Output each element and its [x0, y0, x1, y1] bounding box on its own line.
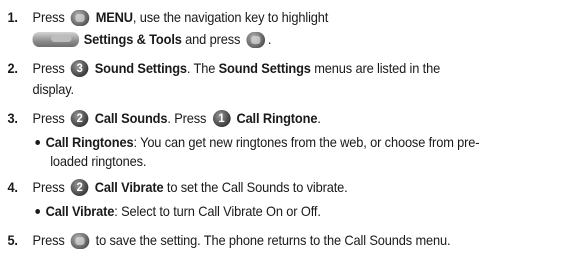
step-line: Press 3 Sound Settings. The Sound Settin… — [32, 58, 441, 79]
text: , use the navigation key to highlight — [132, 10, 329, 25]
text: Press — [32, 61, 69, 76]
text: to save the setting. The phone returns t… — [92, 233, 451, 248]
text: Press — [32, 10, 69, 25]
text: . — [317, 111, 321, 126]
sound-settings-label: Sound Settings — [218, 61, 311, 76]
step-number: 1. — [7, 10, 18, 25]
bullet-item: Call Vibrate: Select to turn Call Vibrat… — [35, 201, 321, 222]
step-line: Settings & Tools and press . — [32, 29, 272, 50]
step-line: Press MENU, use the navigation key to hi… — [32, 7, 329, 28]
instruction-list: 1. Press MENU, use the navigation key to… — [0, 0, 588, 272]
text: : You can get new ringtones from the web… — [133, 135, 480, 150]
call-vibrate-label: Call Vibrate — [45, 204, 115, 219]
text: and press — [181, 32, 244, 47]
key-label: 2 — [76, 180, 83, 194]
text: : Select to turn Call Vibrate On or Off. — [114, 204, 321, 219]
text: Press — [32, 180, 69, 195]
number-key-icon: 2 — [70, 179, 89, 196]
sound-settings-label: Sound Settings — [94, 61, 187, 76]
text: Press — [32, 233, 69, 248]
call-vibrate-label: Call Vibrate — [94, 180, 164, 195]
bullet-icon — [35, 209, 40, 214]
text: . Press — [167, 111, 210, 126]
key-label: 2 — [76, 111, 83, 125]
ok-key-icon — [70, 233, 90, 249]
settings-tools-label: Settings & Tools — [83, 32, 182, 47]
text: to set the Call Sounds to vibrate. — [163, 180, 348, 195]
step-number: 3. — [7, 111, 18, 126]
text: menus are listed in the — [310, 61, 441, 76]
menu-label: MENU — [95, 10, 133, 25]
step-line: Press 2 Call Vibrate to set the Call Sou… — [33, 177, 348, 198]
key-label: 1 — [218, 111, 225, 125]
bullet-item: Call Ringtones: You can get new ringtone… — [35, 132, 480, 153]
ok-key-icon — [70, 10, 90, 26]
step-number: 2. — [7, 61, 18, 76]
number-key-icon: 3 — [70, 60, 89, 77]
ok-key-icon — [246, 32, 266, 48]
call-sounds-label: Call Sounds — [94, 111, 168, 126]
settings-tools-icon — [32, 32, 80, 47]
text: . — [267, 32, 272, 47]
number-key-icon: 1 — [212, 110, 231, 127]
step-number: 4. — [7, 180, 18, 195]
number-key-icon: 2 — [70, 110, 89, 127]
bullet-icon — [35, 140, 40, 145]
step-number: 5. — [7, 233, 18, 248]
step-line: Press 2 Call Sounds. Press 1 Call Ringto… — [33, 108, 321, 129]
text: Press — [32, 111, 69, 126]
text: . The — [186, 61, 219, 76]
call-ringtones-label: Call Ringtones — [45, 135, 134, 150]
key-label: 3 — [76, 61, 83, 75]
bullet-continuation: loaded ringtones. — [50, 154, 147, 169]
step-line: display. — [32, 82, 75, 97]
step-line: Press to save the setting. The phone ret… — [33, 230, 451, 251]
call-ringtone-label: Call Ringtone — [236, 111, 318, 126]
